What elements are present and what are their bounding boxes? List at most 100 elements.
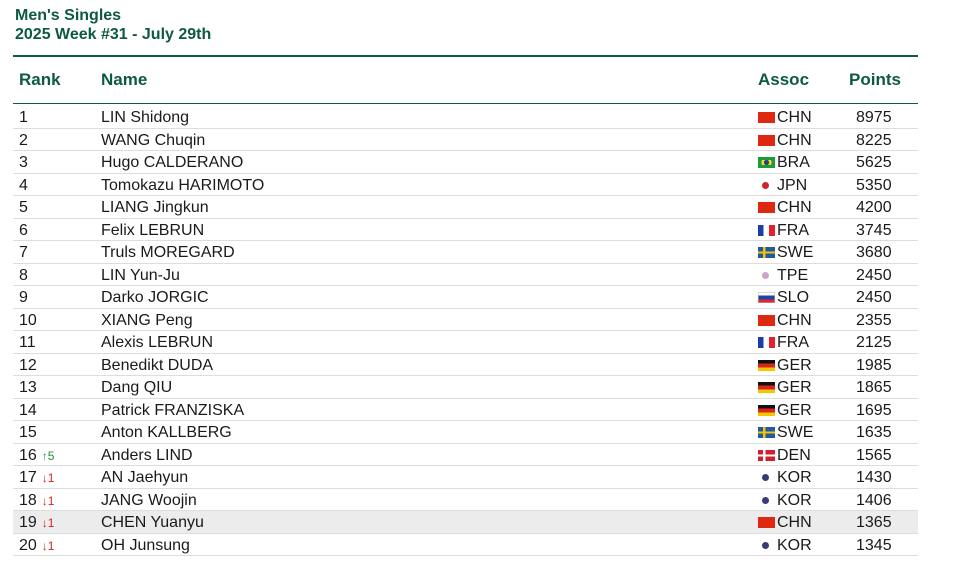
association-cell: DEN (758, 446, 811, 465)
points-value: 2125 (856, 334, 892, 351)
rank-number: 4 (19, 176, 28, 194)
rank-change-indicator: ↓1 (41, 538, 55, 553)
rank-cell: 15 (19, 423, 37, 442)
rank-number: 5 (19, 199, 28, 216)
rank-number: 6 (19, 221, 28, 239)
table-row[interactable]: 15 Anton KALLBERG SWE 1635 (13, 421, 918, 444)
table-row[interactable]: 2 WANG Chuqin CHN 8225 (13, 129, 918, 151)
table-row[interactable]: 9 Darko JORGIC SLO 2450 (13, 286, 918, 309)
points-value: 8975 (856, 109, 892, 126)
table-row[interactable]: 3 Hugo CALDERANO BRA 5625 (13, 151, 918, 174)
player-name[interactable]: LIANG Jingkun (101, 198, 209, 217)
association-cell: GER (758, 401, 812, 420)
points-value: 5350 (856, 176, 892, 194)
player-name[interactable]: AN Jaehyun (101, 468, 188, 487)
table-row[interactable]: 17 ↓1 AN Jaehyun KOR 1430 (13, 466, 918, 489)
rank-change-indicator: ↓1 (41, 516, 55, 530)
rank-number: 19 (19, 514, 37, 531)
china-flag-icon (758, 517, 775, 528)
page-header: Men's Singles 2025 Week #31 - July 29th (15, 6, 211, 44)
rank-number: 13 (19, 379, 37, 396)
player-name[interactable]: Felix LEBRUN (101, 221, 204, 240)
table-row[interactable]: 18 ↓1 JANG Woojin KOR 1406 (13, 489, 918, 511)
player-name[interactable]: LIN Shidong (101, 108, 189, 127)
association-code: CHN (777, 199, 812, 216)
association-code: SWE (777, 244, 814, 261)
association-code: FRA (777, 221, 809, 239)
japan-flag-icon (758, 180, 773, 190)
player-name[interactable]: Patrick FRANZISKA (101, 401, 244, 420)
association-code: SLO (777, 289, 810, 306)
player-name[interactable]: Anton KALLBERG (101, 423, 232, 442)
association-cell: KOR (758, 536, 812, 555)
rank-change-indicator: ↓1 (41, 493, 55, 508)
rank-number: 8 (19, 266, 28, 284)
association-code: CHN (777, 131, 812, 149)
table-row[interactable]: 10 XIANG Peng CHN 2355 (13, 309, 918, 331)
player-name[interactable]: WANG Chuqin (101, 131, 205, 150)
table-row[interactable]: 19 ↓1 CHEN Yuanyu CHN 1365 (13, 511, 918, 534)
column-header-assoc[interactable]: Assoc (758, 70, 809, 90)
rank-cell: 10 (19, 311, 37, 330)
points-value: 2450 (856, 289, 892, 306)
player-name[interactable]: Benedikt DUDA (101, 356, 213, 375)
page-title: Men's Singles (15, 7, 122, 24)
points-value: 2355 (856, 311, 892, 329)
rank-number: 1 (19, 109, 28, 126)
china-flag-icon (758, 134, 775, 146)
player-name[interactable]: JANG Woojin (101, 491, 197, 510)
rank-cell: 7 (19, 243, 28, 262)
table-row[interactable]: 6 Felix LEBRUN FRA 3745 (13, 219, 918, 241)
points-value: 2450 (856, 266, 892, 284)
association-cell: JPN (758, 176, 807, 195)
chinese-taipei-flag-icon (758, 270, 773, 280)
association-code: GER (777, 379, 812, 396)
association-code: SWE (777, 424, 814, 441)
player-name[interactable]: OH Junsung (101, 536, 190, 555)
player-name[interactable]: Alexis LEBRUN (101, 333, 213, 352)
association-code: DEN (777, 446, 811, 464)
player-name[interactable]: Truls MOREGARD (101, 243, 235, 262)
player-name[interactable]: Darko JORGIC (101, 288, 209, 307)
page-subtitle: 2025 Week #31 - July 29th (15, 26, 212, 43)
column-header-rank[interactable]: Rank (19, 70, 61, 90)
player-name[interactable]: XIANG Peng (101, 311, 193, 330)
rank-number: 11 (19, 334, 36, 351)
rank-cell: 14 (19, 401, 37, 420)
association-cell: KOR (758, 491, 812, 510)
points-value: 1985 (856, 356, 892, 374)
table-row[interactable]: 14 Patrick FRANZISKA GER 1695 (13, 399, 918, 421)
column-header-points[interactable]: Points (849, 70, 901, 90)
germany-flag-icon (758, 382, 775, 393)
player-name[interactable]: CHEN Yuanyu (101, 513, 204, 532)
table-row[interactable]: 16 ↑5 Anders LIND DEN 1565 (13, 444, 918, 466)
table-row[interactable]: 13 Dang QIU GER 1865 (13, 376, 918, 399)
player-name[interactable]: Tomokazu HARIMOTO (101, 176, 264, 195)
points-value: 1430 (856, 469, 892, 486)
table-row[interactable]: 8 LIN Yun-Ju TPE 2450 (13, 264, 918, 286)
table-row[interactable]: 7 Truls MOREGARD SWE 3680 (13, 241, 918, 264)
rank-number: 16 (19, 446, 37, 464)
table-row[interactable]: 20 ↓1 OH Junsung KOR 1345 (13, 534, 918, 556)
player-name[interactable]: Hugo CALDERANO (101, 153, 243, 172)
player-name[interactable]: Anders LIND (101, 446, 193, 465)
rank-cell: 9 (19, 288, 28, 307)
korea-flag-icon (758, 473, 773, 483)
table-row[interactable]: 12 Benedikt DUDA GER 1985 (13, 354, 918, 376)
table-row[interactable]: 4 Tomokazu HARIMOTO JPN 5350 (13, 174, 918, 196)
china-flag-icon (758, 112, 775, 123)
rank-cell: 4 (19, 176, 28, 195)
table-row[interactable]: 5 LIANG Jingkun CHN 4200 (13, 196, 918, 219)
points-value: 1635 (856, 424, 892, 441)
points-value: 1406 (856, 491, 892, 509)
association-cell: FRA (758, 221, 809, 240)
sweden-flag-icon (758, 427, 775, 438)
table-row[interactable]: 1 LIN Shidong CHN 8975 (13, 106, 918, 129)
korea-flag-icon (758, 495, 773, 505)
player-name[interactable]: LIN Yun-Ju (101, 266, 180, 285)
player-name[interactable]: Dang QIU (101, 378, 172, 397)
rank-cell: 3 (19, 153, 28, 172)
table-row[interactable]: 11 Alexis LEBRUN FRA 2125 (13, 331, 918, 354)
column-header-name[interactable]: Name (101, 70, 147, 90)
association-code: GER (777, 401, 812, 419)
